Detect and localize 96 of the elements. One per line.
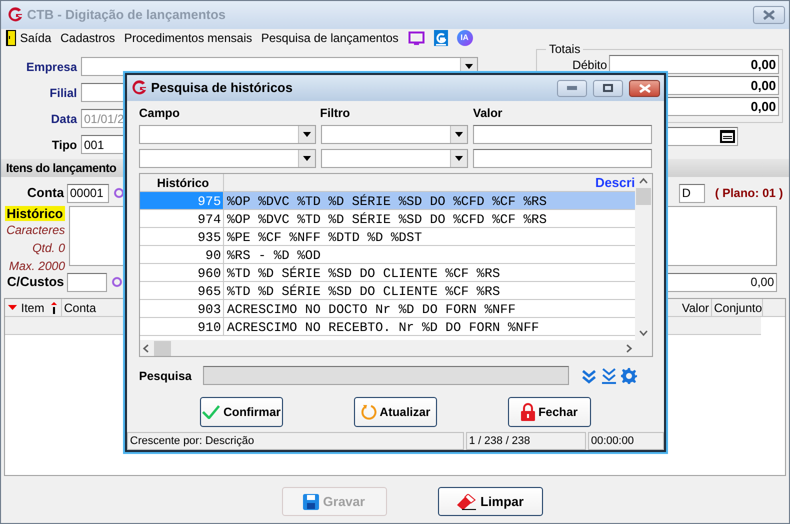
padlock-icon — [521, 403, 536, 421]
close-button[interactable]: Fechar — [508, 397, 591, 427]
counter-label: Caracteres — [6, 222, 65, 239]
search-field[interactable] — [203, 366, 569, 385]
field-label: Data — [50, 110, 78, 128]
table-cell: 965 — [140, 282, 224, 299]
table-cell: 935 — [140, 228, 224, 245]
filter-label: Filtro — [320, 105, 351, 120]
value-field[interactable] — [473, 149, 652, 168]
menu-item[interactable]: Pesquisa de lançamentos — [261, 29, 399, 47]
close-button[interactable] — [753, 6, 785, 24]
menu-item[interactable]: Cadastros — [60, 29, 116, 47]
monitor-icon[interactable] — [408, 30, 425, 46]
horizontal-scrollbar[interactable] — [140, 340, 652, 356]
status-text: Crescente por: Descrição — [127, 432, 464, 450]
clear-button[interactable]: Limpar — [438, 487, 542, 516]
table-cell-text: %TD %D SÉRIE %SD DO CLIENTE %CF %RS — [226, 265, 500, 281]
vertical-scrollbar[interactable] — [635, 174, 652, 340]
sort-indicator-icon — [51, 302, 57, 314]
maximize-button[interactable] — [593, 80, 623, 96]
search-label: Pesquisa — [139, 368, 193, 384]
field-label: Filial — [48, 84, 78, 102]
input-field[interactable]: 00001 — [67, 184, 109, 202]
settings-icon[interactable] — [621, 368, 637, 384]
field-label: Conta — [26, 184, 65, 202]
logo-icon — [7, 7, 23, 23]
table-cell: 975 — [140, 192, 224, 209]
dropdown-field[interactable] — [139, 149, 316, 168]
table-cell-text: %OP %DVC %TD %D SÉRIE %SD DO %CFD %CF %RS — [226, 193, 547, 209]
window-title: CTB - Digitação de lançamentos — [27, 6, 226, 24]
double-chevron-down-icon[interactable] — [581, 368, 597, 384]
table-cell: 903 — [140, 300, 224, 317]
dropdown-field[interactable] — [139, 125, 316, 144]
checkmark-icon — [202, 405, 220, 419]
table-row[interactable]: 90 %RS - %D %OD — [140, 246, 635, 264]
status-text: 00:00:00 — [588, 432, 664, 450]
group-title: Totais — [548, 43, 582, 55]
historico-label: Histórico — [4, 206, 65, 221]
table-cell-text: ACRESCIMO NO DOCTO Nr %D DO FORN %NFF — [226, 301, 516, 317]
table-row[interactable]: 960 %TD %D SÉRIE %SD DO CLIENTE %CF %RS — [140, 264, 635, 282]
field-label: Tipo — [50, 136, 78, 154]
minimize-icon — [567, 86, 577, 90]
calendar-icon[interactable] — [720, 130, 735, 143]
field-label: C/Custos — [6, 273, 65, 292]
menu-item[interactable]: Procedimentos mensais — [124, 29, 252, 47]
table-cell-text: %RS - %D %OD — [226, 247, 321, 263]
minimize-button[interactable] — [557, 80, 587, 96]
plan-label: ( Plano: 01 ) — [714, 185, 783, 202]
table-cell: 90 — [140, 246, 224, 263]
table-row[interactable]: 935 %PE %CF %NFF %DTD %D %DST — [140, 228, 635, 246]
eraser-icon — [456, 494, 476, 510]
table-row[interactable]: 974 %OP %DVC %TD %D SÉRIE %SD DO %CFD %CF %RS — [140, 210, 635, 228]
dropdown-field[interactable] — [320, 125, 468, 144]
filter-label: Valor — [473, 105, 502, 120]
column-header[interactable]: Histórico — [140, 174, 224, 191]
column-header[interactable]: Descri — [224, 174, 635, 191]
door-icon[interactable] — [6, 30, 16, 46]
logo-icon — [131, 80, 147, 96]
table-cell: 960 — [140, 264, 224, 281]
scrollbar-thumb[interactable] — [154, 340, 171, 356]
table-cell-text: %TD %D SÉRIE %SD DO CLIENTE %CF %RS — [226, 283, 500, 299]
refresh-button[interactable]: Atualizar — [354, 397, 437, 427]
table-row[interactable]: 965 %TD %D SÉRIE %SD DO CLIENTE %CF %RS — [140, 282, 635, 300]
ai-button[interactable]: IA — [456, 30, 473, 46]
input-field[interactable]: D — [678, 184, 705, 202]
field-label: Empresa — [25, 58, 78, 76]
refresh-icon — [360, 404, 377, 420]
status-text: 1 / 238 / 238 — [466, 432, 586, 450]
confirm-button[interactable]: Confirmar — [200, 397, 283, 427]
column-header[interactable]: Conjunto — [712, 299, 763, 316]
restore-icon — [603, 84, 613, 92]
table-row[interactable]: 910 ACRESCIMO NO RECEBTO. Nr %D DO FORN %NFF — [140, 318, 635, 336]
input-field[interactable] — [67, 272, 107, 292]
dropdown-field[interactable] — [320, 149, 468, 168]
close-icon — [638, 84, 650, 92]
table-row[interactable]: 903 ACRESCIMO NO DOCTO Nr %D DO FORN %NFF — [140, 300, 635, 318]
close-icon — [763, 10, 775, 20]
counter-label: Max. 2000 — [8, 258, 65, 275]
table-row[interactable]: 975 %OP %DVC %TD %D SÉRIE %SD DO %CFD %CF %RS — [140, 192, 635, 210]
section-title: Itens do lançamento — [6, 160, 116, 177]
chevron-down-to-line-icon[interactable] — [601, 367, 617, 384]
g-logo-icon[interactable] — [434, 30, 448, 46]
dialog-title: Pesquisa de históricos — [151, 79, 293, 98]
table-cell-text: %OP %DVC %TD %D SÉRIE %SD DO %CFD %CF %RS — [226, 211, 547, 227]
field-label: Débito — [572, 56, 607, 74]
table-cell: 974 — [140, 210, 224, 227]
menu-item[interactable]: Saída — [20, 29, 52, 47]
amount-field[interactable]: 0,00 — [609, 55, 779, 74]
close-button[interactable] — [629, 80, 660, 96]
table-cell-text: %PE %CF %NFF %DTD %D %DST — [226, 229, 422, 245]
table-cell-text: ACRESCIMO NO RECEBTO. Nr %D DO FORN %NFF — [226, 319, 540, 335]
table-cell: 910 — [140, 318, 224, 335]
counter-label: Qtd. 0 — [32, 240, 65, 257]
value-field[interactable] — [473, 125, 652, 144]
scrollbar-thumb[interactable] — [636, 188, 651, 205]
column-header[interactable]: Item — [19, 299, 62, 316]
